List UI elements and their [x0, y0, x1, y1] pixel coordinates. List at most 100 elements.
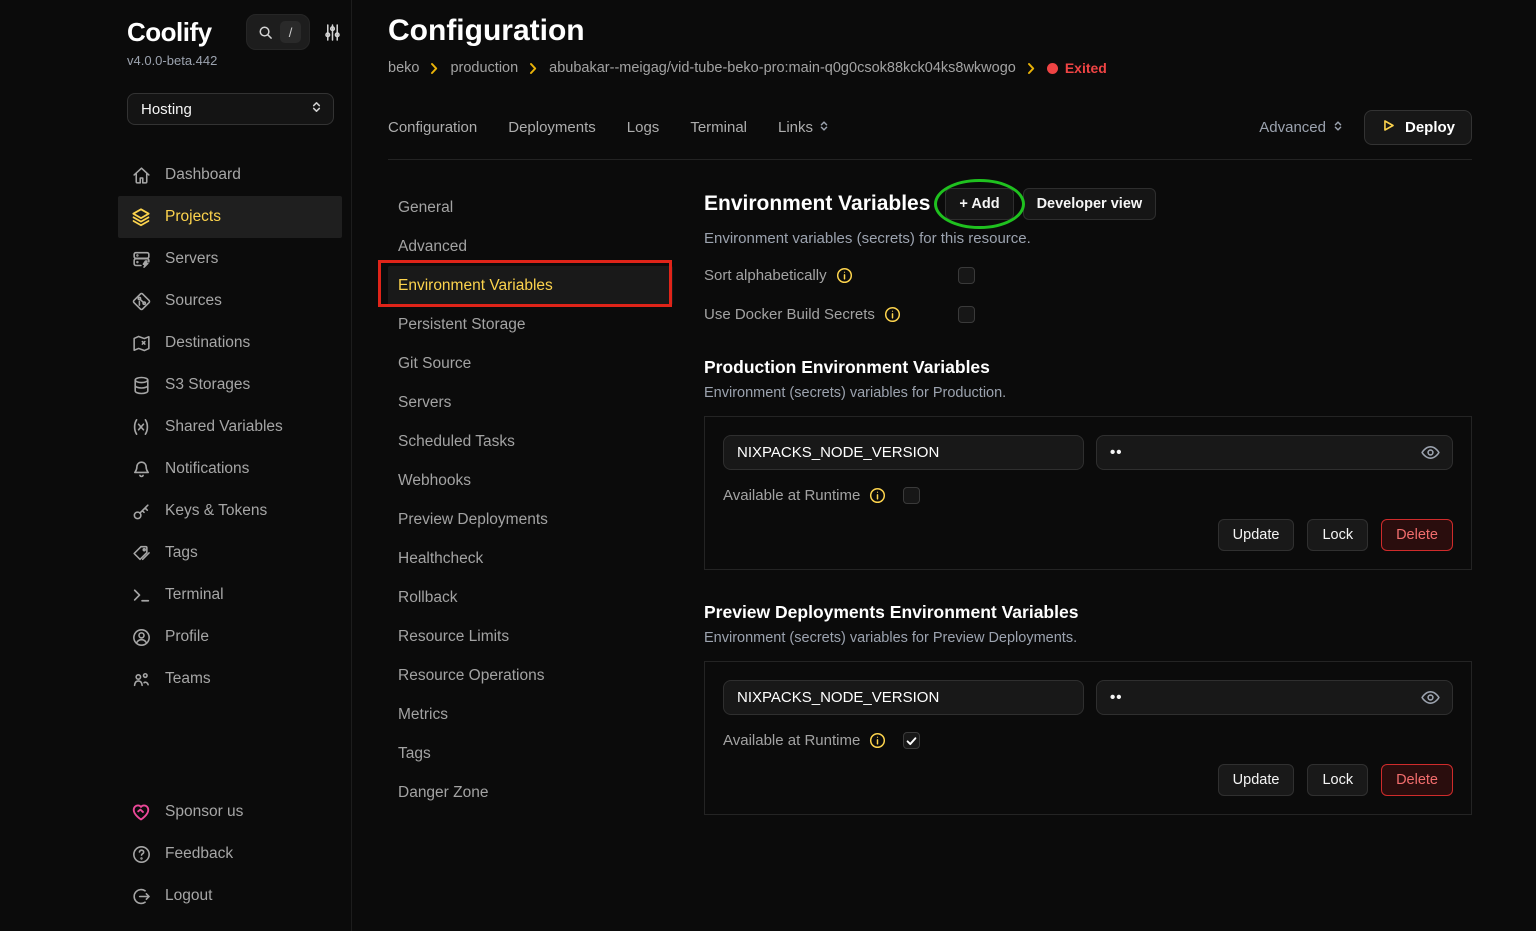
subnav-item-rollback[interactable]: Rollback	[388, 578, 673, 617]
user-circle-icon	[130, 626, 152, 648]
tab-logs[interactable]: Logs	[627, 119, 660, 136]
breadcrumb-resource[interactable]: abubakar--meigag/vid-tube-beko-pro:main-…	[549, 60, 1016, 76]
info-icon[interactable]	[869, 732, 886, 749]
variable-name-input[interactable]	[723, 680, 1084, 715]
info-icon[interactable]	[836, 267, 853, 284]
terminal-icon	[130, 584, 152, 606]
subnav-item-resource-limits[interactable]: Resource Limits	[388, 617, 673, 656]
sidebar-item-shared-variables[interactable]: Shared Variables	[118, 406, 342, 448]
subnav-item-resource-operations[interactable]: Resource Operations	[388, 656, 673, 695]
sidebar-item-sponsor-us[interactable]: Sponsor us	[118, 791, 342, 833]
subnav-item-servers[interactable]: Servers	[388, 383, 673, 422]
tab-configuration[interactable]: Configuration	[388, 119, 477, 136]
subnav-item-environment-variables[interactable]: Environment Variables	[388, 266, 673, 305]
subnav-item-webhooks[interactable]: Webhooks	[388, 461, 673, 500]
search-button[interactable]: /	[246, 14, 310, 50]
main-area: Configuration beko production abubakar--…	[352, 0, 1536, 931]
advanced-dropdown[interactable]: Advanced	[1259, 119, 1344, 137]
sidebar-item-profile[interactable]: Profile	[118, 616, 342, 658]
chevron-right-icon	[1026, 62, 1037, 75]
map-icon	[130, 332, 152, 354]
delete-button[interactable]: Delete	[1381, 764, 1453, 796]
sidebar: Coolify / v4.0.0-beta.442 Hosting	[0, 0, 352, 931]
settings-subnav: General Advanced Environment Variables P…	[388, 188, 673, 815]
tabs-right-group: Advanced Deploy	[1259, 110, 1472, 145]
sidebar-item-label: Teams	[165, 670, 211, 688]
team-select-value: Hosting	[141, 101, 192, 118]
subnav-item-healthcheck[interactable]: Healthcheck	[388, 539, 673, 578]
team-select-dropdown[interactable]: Hosting	[127, 93, 334, 125]
sidebar-item-terminal[interactable]: Terminal	[118, 574, 342, 616]
runtime-checkbox[interactable]	[903, 487, 920, 504]
update-button[interactable]: Update	[1218, 519, 1295, 551]
page-title: Configuration	[388, 14, 1472, 48]
sidebar-item-destinations[interactable]: Destinations	[118, 322, 342, 364]
sidebar-item-label: Servers	[165, 250, 218, 268]
deploy-button[interactable]: Deploy	[1364, 110, 1472, 145]
subnav-item-danger-zone[interactable]: Danger Zone	[388, 773, 673, 812]
eye-icon[interactable]	[1420, 687, 1441, 708]
lock-button[interactable]: Lock	[1307, 519, 1368, 551]
update-button[interactable]: Update	[1218, 764, 1295, 796]
tab-links[interactable]: Links	[778, 119, 830, 137]
tab-deployments[interactable]: Deployments	[508, 119, 596, 136]
developer-view-button[interactable]: Developer view	[1023, 188, 1157, 220]
settings-sliders-icon[interactable]	[324, 23, 341, 42]
sidebar-item-teams[interactable]: Teams	[118, 658, 342, 700]
help-circle-icon	[130, 843, 152, 865]
subnav-item-git-source[interactable]: Git Source	[388, 344, 673, 383]
search-shortcut-key: /	[280, 21, 301, 43]
subnav-item-preview-deployments[interactable]: Preview Deployments	[388, 500, 673, 539]
app-logo[interactable]: Coolify	[127, 17, 212, 48]
advanced-label: Advanced	[1259, 119, 1326, 136]
subnav-item-metrics[interactable]: Metrics	[388, 695, 673, 734]
sidebar-item-projects[interactable]: Projects	[118, 196, 342, 238]
sidebar-item-feedback[interactable]: Feedback	[118, 833, 342, 875]
breadcrumb-team[interactable]: beko	[388, 60, 419, 76]
sort-alphabetically-row: Sort alphabetically	[704, 264, 1472, 286]
sidebar-item-tags[interactable]: Tags	[118, 532, 342, 574]
subnav-item-scheduled-tasks[interactable]: Scheduled Tasks	[388, 422, 673, 461]
sidebar-item-s3-storages[interactable]: S3 Storages	[118, 364, 342, 406]
breadcrumb-environment[interactable]: production	[450, 60, 518, 76]
panel-title: Environment Variables	[704, 192, 930, 216]
layers-icon	[130, 206, 152, 228]
lock-button[interactable]: Lock	[1307, 764, 1368, 796]
subnav-item-persistent-storage[interactable]: Persistent Storage	[388, 305, 673, 344]
git-source-icon	[130, 290, 152, 312]
tags-icon	[130, 542, 152, 564]
sidebar-item-keys-tokens[interactable]: Keys & Tokens	[118, 490, 342, 532]
docker-build-secrets-checkbox[interactable]	[958, 306, 975, 323]
sidebar-item-servers[interactable]: Servers	[118, 238, 342, 280]
sidebar-item-label: Projects	[165, 208, 221, 226]
variable-name-input[interactable]	[723, 435, 1084, 470]
variable-value-field[interactable]: ••	[1096, 435, 1453, 470]
sidebar-item-label: Shared Variables	[165, 418, 283, 436]
info-icon[interactable]	[869, 487, 886, 504]
database-icon	[130, 374, 152, 396]
logo-row: Coolify /	[127, 14, 341, 50]
preview-section-title: Preview Deployments Environment Variable…	[704, 602, 1472, 623]
play-icon	[1381, 118, 1396, 137]
sidebar-item-label: Profile	[165, 628, 209, 646]
sidebar-item-dashboard[interactable]: Dashboard	[118, 154, 342, 196]
server-icon	[130, 248, 152, 270]
sidebar-item-label: Logout	[165, 887, 212, 905]
runtime-label: Available at Runtime	[723, 487, 860, 504]
subnav-item-general[interactable]: General	[388, 188, 673, 227]
sidebar-item-notifications[interactable]: Notifications	[118, 448, 342, 490]
sidebar-item-label: S3 Storages	[165, 376, 250, 394]
subnav-item-advanced[interactable]: Advanced	[388, 227, 673, 266]
delete-button[interactable]: Delete	[1381, 519, 1453, 551]
sort-alphabetically-checkbox[interactable]	[958, 267, 975, 284]
masked-value: ••	[1110, 444, 1123, 461]
sidebar-item-sources[interactable]: Sources	[118, 280, 342, 322]
tab-terminal[interactable]: Terminal	[690, 119, 747, 136]
subnav-item-tags[interactable]: Tags	[388, 734, 673, 773]
add-variable-button[interactable]: + Add	[945, 188, 1013, 220]
variable-value-field[interactable]: ••	[1096, 680, 1453, 715]
runtime-checkbox[interactable]	[903, 732, 920, 749]
eye-icon[interactable]	[1420, 442, 1441, 463]
info-icon[interactable]	[884, 306, 901, 323]
sidebar-item-logout[interactable]: Logout	[118, 875, 342, 917]
